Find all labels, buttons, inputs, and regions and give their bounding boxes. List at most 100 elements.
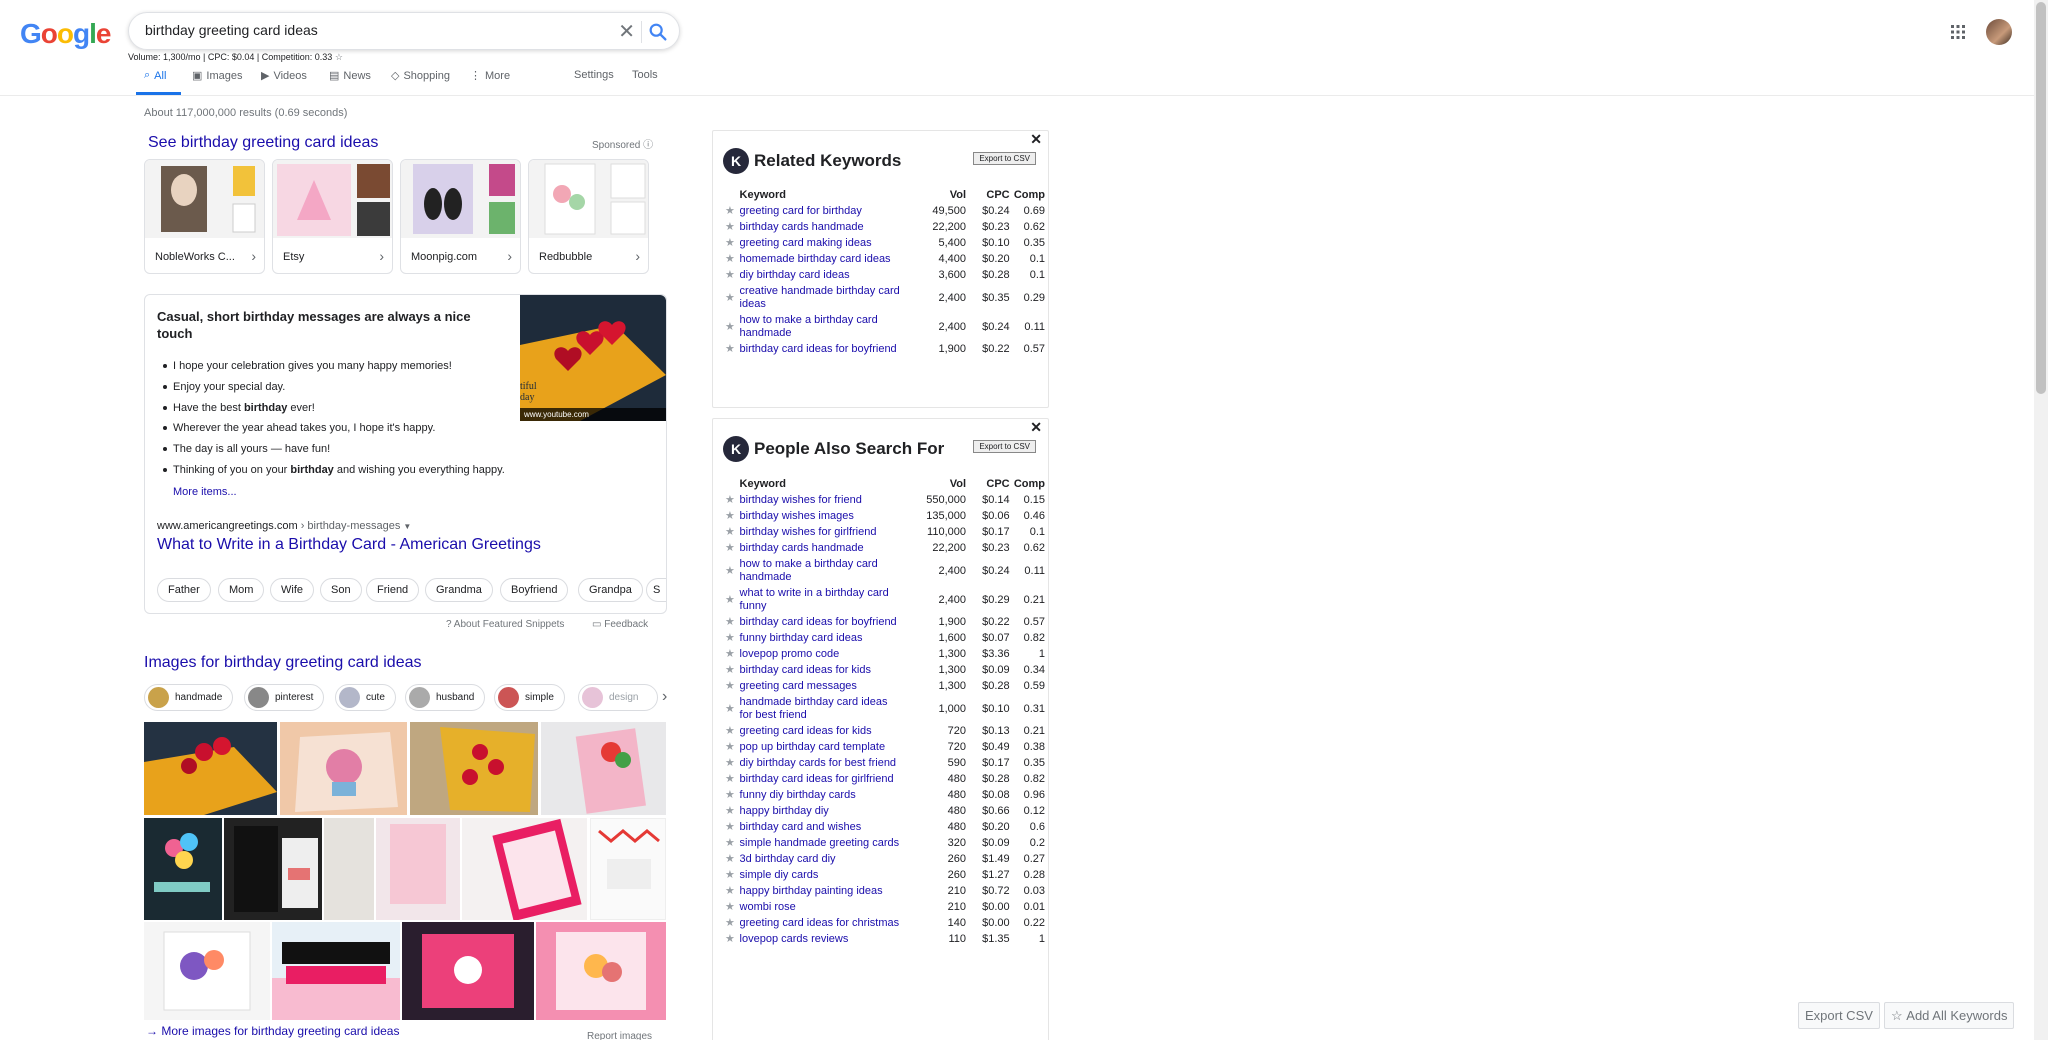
tab-settings[interactable]: Settings: [574, 69, 614, 81]
close-icon[interactable]: ✕: [1030, 131, 1042, 148]
star-icon[interactable]: ★: [725, 772, 740, 788]
keyword-link[interactable]: birthday wishes for friend: [740, 494, 862, 506]
tab-more[interactable]: ⋮ More: [470, 69, 510, 83]
keyword-link[interactable]: birthday wishes for girlfriend: [740, 526, 877, 538]
apps-grid-icon[interactable]: [1950, 24, 1966, 40]
tab-news[interactable]: ▤ News: [329, 69, 371, 83]
refine-chip[interactable]: Grandpa: [578, 578, 643, 602]
star-icon[interactable]: ★: [725, 220, 740, 236]
refine-chip[interactable]: Friend: [366, 578, 420, 602]
image-result[interactable]: [462, 818, 587, 920]
star-icon[interactable]: ★: [725, 557, 740, 586]
star-icon[interactable]: ★: [725, 695, 740, 724]
keyword-link[interactable]: handmade birthday card ideas for best fr…: [740, 696, 888, 721]
keyword-link[interactable]: happy birthday diy: [740, 805, 829, 817]
keyword-link[interactable]: greeting card for birthday: [740, 205, 862, 217]
star-icon[interactable]: ★: [725, 836, 740, 852]
star-icon[interactable]: ★: [725, 204, 740, 220]
keyword-link[interactable]: diy birthday card ideas: [740, 269, 850, 281]
keyword-link[interactable]: lovepop promo code: [740, 648, 840, 660]
report-images-link[interactable]: Report images: [587, 1031, 652, 1040]
snippet-image[interactable]: tiful day www.youtube.com: [520, 295, 666, 421]
image-chip[interactable]: cute: [335, 684, 396, 711]
feedback-link[interactable]: ▭ Feedback: [592, 619, 648, 630]
sponsored-card-nobleworks[interactable]: NobleWorks C... ›: [144, 159, 265, 274]
keyword-link[interactable]: lovepop cards reviews: [740, 933, 849, 945]
keyword-link[interactable]: birthday card ideas for boyfriend: [740, 343, 897, 355]
sponsored-card-redbubble[interactable]: Redbubble ›: [528, 159, 649, 274]
sponsored-title-link[interactable]: See birthday greeting card ideas: [148, 134, 378, 152]
keyword-link[interactable]: what to write in a birthday card funny: [740, 587, 889, 612]
star-icon[interactable]: ★: [725, 932, 740, 948]
image-result[interactable]: [144, 922, 270, 1020]
star-icon[interactable]: ★: [725, 756, 740, 772]
image-result[interactable]: [224, 818, 322, 920]
add-all-keywords-button[interactable]: ☆ Add All Keywords: [1884, 1002, 2015, 1029]
image-chip[interactable]: simple: [494, 684, 565, 711]
image-result[interactable]: [272, 922, 400, 1020]
star-icon[interactable]: ★: [725, 586, 740, 615]
star-icon[interactable]: ★: [725, 493, 740, 509]
keyword-link[interactable]: pop up birthday card template: [740, 741, 886, 753]
image-result[interactable]: [144, 722, 277, 815]
keyword-link[interactable]: homemade birthday card ideas: [740, 253, 891, 265]
export-csv-button[interactable]: Export to CSV: [973, 152, 1036, 165]
star-icon[interactable]: ★: [725, 916, 740, 932]
tab-all[interactable]: ⌕ All: [144, 69, 166, 82]
star-icon[interactable]: ★: [725, 900, 740, 916]
keyword-link[interactable]: greeting card ideas for christmas: [740, 917, 900, 929]
close-icon[interactable]: ✕: [1030, 419, 1042, 436]
star-icon[interactable]: ★: [725, 884, 740, 900]
keyword-link[interactable]: birthday card ideas for kids: [740, 664, 871, 676]
image-chip[interactable]: husband: [405, 684, 486, 711]
image-result[interactable]: [280, 722, 407, 815]
search-icon[interactable]: [647, 21, 669, 43]
about-featured-snippets[interactable]: ? About Featured Snippets: [446, 619, 564, 630]
keyword-link[interactable]: how to make a birthday card handmade: [740, 558, 878, 583]
keyword-link[interactable]: birthday cards handmade: [740, 542, 864, 554]
keyword-link[interactable]: 3d birthday card diy: [740, 853, 836, 865]
sponsored-card-etsy[interactable]: Etsy ›: [272, 159, 393, 274]
keyword-link[interactable]: simple handmade greeting cards: [740, 837, 900, 849]
image-chip[interactable]: handmade: [144, 684, 234, 711]
star-icon[interactable]: ★: [725, 852, 740, 868]
image-result[interactable]: [324, 818, 374, 920]
keyword-link[interactable]: funny diy birthday cards: [740, 789, 856, 801]
clear-icon[interactable]: ✕: [618, 19, 635, 44]
keyword-link[interactable]: creative handmade birthday card ideas: [740, 285, 900, 310]
image-result[interactable]: [590, 818, 666, 920]
star-icon[interactable]: ☆: [335, 52, 343, 62]
keyword-link[interactable]: greeting card messages: [740, 680, 857, 692]
refine-chip[interactable]: Grandma: [425, 578, 493, 602]
tab-images[interactable]: ▣ Images: [192, 69, 242, 83]
keyword-link[interactable]: greeting card ideas for kids: [740, 725, 872, 737]
more-items-link[interactable]: More items...: [173, 486, 237, 498]
image-result[interactable]: [376, 818, 460, 920]
scrollbar-thumb[interactable]: [2036, 2, 2046, 394]
star-icon[interactable]: ★: [725, 820, 740, 836]
image-chip[interactable]: pinterest: [244, 684, 325, 711]
keyword-link[interactable]: simple diy cards: [740, 869, 819, 881]
star-icon[interactable]: ★: [725, 284, 740, 313]
tab-videos[interactable]: ▶ Videos: [261, 69, 307, 83]
account-avatar[interactable]: [1986, 19, 2012, 45]
images-section-title[interactable]: Images for birthday greeting card ideas: [144, 654, 421, 672]
star-icon[interactable]: ★: [725, 804, 740, 820]
keyword-link[interactable]: birthday cards handmade: [740, 221, 864, 233]
star-icon[interactable]: ★: [725, 631, 740, 647]
star-icon[interactable]: ★: [725, 679, 740, 695]
sponsored-card-moonpig[interactable]: Moonpig.com ›: [400, 159, 521, 274]
refine-chip[interactable]: Son: [320, 578, 362, 602]
tab-tools[interactable]: Tools: [632, 69, 658, 81]
refine-chip[interactable]: Wife: [270, 578, 314, 602]
star-icon[interactable]: ★: [725, 236, 740, 252]
star-icon[interactable]: ★: [725, 740, 740, 756]
star-icon[interactable]: ★: [725, 647, 740, 663]
refine-chip[interactable]: Mom: [218, 578, 265, 602]
star-icon[interactable]: ★: [725, 541, 740, 557]
image-result[interactable]: [536, 922, 666, 1020]
keyword-link[interactable]: greeting card making ideas: [740, 237, 872, 249]
info-icon[interactable]: ⓘ: [643, 140, 653, 151]
star-icon[interactable]: ★: [725, 252, 740, 268]
keyword-link[interactable]: wombi rose: [740, 901, 796, 913]
